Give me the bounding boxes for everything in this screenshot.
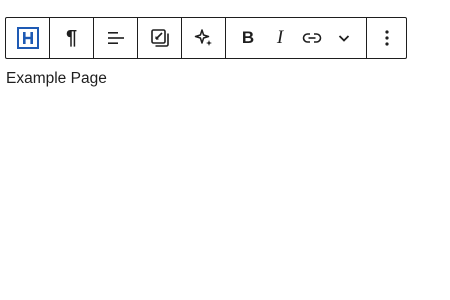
italic-button[interactable]: I: [264, 18, 296, 58]
ai-group: [182, 18, 226, 58]
paragraph-icon: ¶: [65, 26, 78, 49]
link-button[interactable]: [296, 18, 328, 58]
style-group: [138, 18, 182, 58]
paragraph-group: ¶: [50, 18, 94, 58]
heading-block-button[interactable]: [6, 18, 49, 58]
block-type-group: [6, 18, 50, 58]
bold-icon: B: [241, 28, 255, 47]
chevron-down-icon: [338, 35, 350, 42]
align-group: [94, 18, 138, 58]
ai-assist-button[interactable]: [182, 18, 225, 58]
block-style-icon: [150, 29, 169, 47]
italic-icon: I: [276, 27, 284, 48]
sparkle-icon: [194, 29, 212, 46]
link-icon: [302, 33, 322, 43]
options-button[interactable]: [367, 18, 406, 58]
align-left-icon: [107, 32, 124, 44]
block-style-button[interactable]: [138, 18, 181, 58]
block-toolbar: ¶ B I: [5, 17, 407, 59]
more-formatting-button[interactable]: [328, 18, 360, 58]
page-title-text[interactable]: Example Page: [6, 70, 107, 88]
paragraph-button[interactable]: ¶: [50, 18, 93, 58]
align-button[interactable]: [94, 18, 137, 58]
options-group: [367, 18, 406, 58]
more-options-icon: [384, 30, 389, 46]
formatting-group: B I: [226, 18, 367, 58]
bold-button[interactable]: B: [232, 18, 264, 58]
heading-icon: [16, 27, 39, 49]
